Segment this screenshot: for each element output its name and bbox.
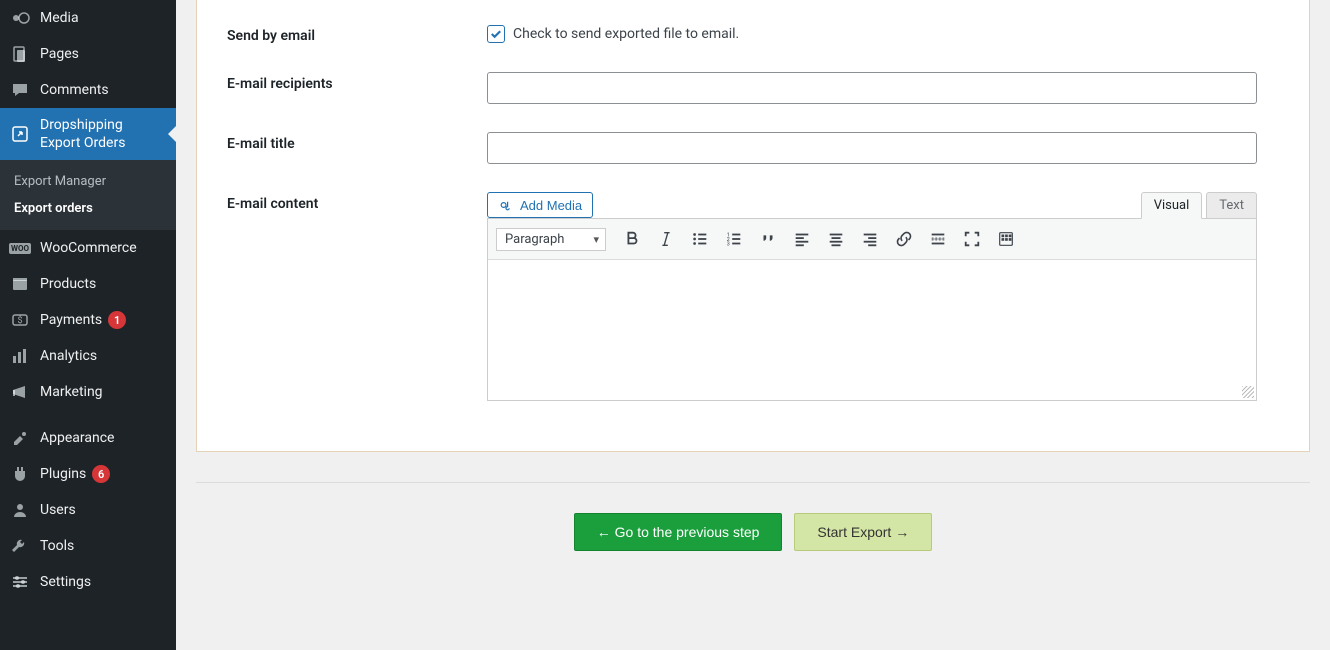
sidebar-submenu: Export Manager Export orders xyxy=(0,160,176,230)
italic-button[interactable] xyxy=(652,225,680,253)
bold-button[interactable] xyxy=(618,225,646,253)
tab-visual[interactable]: Visual xyxy=(1141,192,1203,219)
fullscreen-button[interactable] xyxy=(958,225,986,253)
sidebar-label: Products xyxy=(40,276,96,292)
camera-music-icon xyxy=(498,197,514,213)
row-email-content: E-mail content Add Media Visual Text Par… xyxy=(227,178,1279,415)
main-content: Send by email Check to send exported fil… xyxy=(176,0,1330,650)
toolbar-toggle-button[interactable] xyxy=(992,225,1020,253)
plugins-badge: 6 xyxy=(92,465,110,483)
submenu-export-manager[interactable]: Export Manager xyxy=(0,168,176,195)
sidebar-item-analytics[interactable]: Analytics xyxy=(0,338,176,374)
wysiwyg-editor: Paragraph 123 xyxy=(487,218,1257,401)
users-icon xyxy=(10,500,30,520)
row-send-by-email: Send by email Check to send exported fil… xyxy=(227,10,1279,58)
plugins-icon xyxy=(10,464,30,484)
comments-icon xyxy=(10,80,30,100)
label-email-recipients: E-mail recipients xyxy=(227,72,487,104)
email-title-input[interactable] xyxy=(487,132,1257,164)
sidebar-label: Analytics xyxy=(40,348,97,364)
insert-more-button[interactable] xyxy=(924,225,952,253)
sidebar-item-pages[interactable]: Pages xyxy=(0,36,176,72)
payments-badge: 1 xyxy=(108,311,126,329)
products-icon xyxy=(10,274,30,294)
row-email-title: E-mail title xyxy=(227,118,1279,178)
bullet-list-button[interactable] xyxy=(686,225,714,253)
send-by-email-description: Check to send exported file to email. xyxy=(513,26,739,42)
sidebar-item-marketing[interactable]: Marketing xyxy=(0,374,176,410)
align-right-button[interactable] xyxy=(856,225,884,253)
sidebar-item-dropshipping-export[interactable]: DropshippingExport Orders xyxy=(0,108,176,160)
sidebar-item-users[interactable]: Users xyxy=(0,492,176,528)
pages-icon xyxy=(10,44,30,64)
editor-toolbar: Paragraph 123 xyxy=(488,219,1256,260)
svg-text:3: 3 xyxy=(727,241,730,247)
payments-icon: $ xyxy=(10,310,30,330)
sidebar-label: Media xyxy=(40,10,79,26)
sidebar-item-products[interactable]: Products xyxy=(0,266,176,302)
media-icon xyxy=(10,8,30,28)
row-email-recipients: E-mail recipients xyxy=(227,58,1279,118)
sidebar-item-plugins[interactable]: Plugins 6 xyxy=(0,456,176,492)
admin-sidebar: Media Pages Comments DropshippingExport … xyxy=(0,0,176,650)
number-list-button[interactable]: 123 xyxy=(720,225,748,253)
label-email-title: E-mail title xyxy=(227,132,487,164)
form-panel: Send by email Check to send exported fil… xyxy=(196,0,1310,452)
align-center-button[interactable] xyxy=(822,225,850,253)
sidebar-label: Payments xyxy=(40,312,102,328)
label-send-by-email: Send by email xyxy=(227,24,487,44)
blockquote-button[interactable] xyxy=(754,225,782,253)
sidebar-label: Appearance xyxy=(40,430,114,446)
tools-icon xyxy=(10,536,30,556)
sidebar-label: Comments xyxy=(40,82,109,98)
sidebar-item-appearance[interactable]: Appearance xyxy=(0,420,176,456)
align-left-button[interactable] xyxy=(788,225,816,253)
sidebar-item-comments[interactable]: Comments xyxy=(0,72,176,108)
sidebar-label: DropshippingExport Orders xyxy=(40,116,125,152)
tab-text[interactable]: Text xyxy=(1206,192,1257,219)
svg-text:$: $ xyxy=(17,315,22,326)
resize-handle[interactable] xyxy=(1242,386,1254,398)
send-by-email-checkbox[interactable] xyxy=(487,25,505,43)
footer-actions: ← Go to the previous step Start Export → xyxy=(196,482,1310,561)
check-icon xyxy=(489,27,503,41)
sidebar-label: Tools xyxy=(40,538,74,554)
sidebar-item-payments[interactable]: $ Payments 1 xyxy=(0,302,176,338)
previous-step-button[interactable]: ← Go to the previous step xyxy=(574,513,783,551)
sidebar-label: Pages xyxy=(40,46,79,62)
sidebar-item-tools[interactable]: Tools xyxy=(0,528,176,564)
appearance-icon xyxy=(10,428,30,448)
woocommerce-icon: WOO xyxy=(10,238,30,258)
format-select[interactable]: Paragraph xyxy=(496,228,606,251)
editor-tabs: Visual Text xyxy=(487,192,1257,219)
export-icon xyxy=(10,124,30,144)
sidebar-item-media[interactable]: Media xyxy=(0,0,176,36)
link-button[interactable] xyxy=(890,225,918,253)
editor-body[interactable] xyxy=(488,260,1256,400)
sidebar-label: Users xyxy=(40,502,76,518)
marketing-icon xyxy=(10,382,30,402)
settings-icon xyxy=(10,572,30,592)
analytics-icon xyxy=(10,346,30,366)
sidebar-item-woocommerce[interactable]: WOO WooCommerce xyxy=(0,230,176,266)
add-media-button[interactable]: Add Media xyxy=(487,192,593,218)
label-email-content: E-mail content xyxy=(227,192,487,401)
sidebar-label: WooCommerce xyxy=(40,240,137,256)
sidebar-label: Marketing xyxy=(40,384,103,400)
sidebar-label: Plugins xyxy=(40,466,86,482)
email-recipients-input[interactable] xyxy=(487,72,1257,104)
sidebar-item-settings[interactable]: Settings xyxy=(0,564,176,600)
start-export-button[interactable]: Start Export → xyxy=(794,513,932,551)
submenu-export-orders[interactable]: Export orders xyxy=(0,195,176,222)
sidebar-label: Settings xyxy=(40,574,91,590)
